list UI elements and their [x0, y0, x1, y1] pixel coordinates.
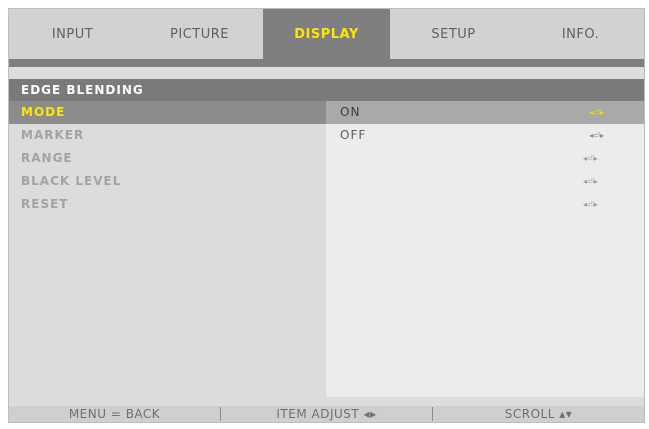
enter-arrows-icon: ◂⏎▸ — [589, 108, 604, 117]
tab-info[interactable]: INFO. — [517, 9, 644, 59]
enter-arrows-icon: ◂⏎▸ — [583, 154, 598, 163]
tab-display[interactable]: DISPLAY — [263, 9, 390, 59]
menu-item-black-level[interactable]: BLACK LEVEL — [9, 170, 326, 193]
section-title: EDGE BLENDING — [9, 79, 644, 101]
footer-back-hint: MENU = BACK — [68, 407, 161, 421]
menu-item-marker[interactable]: MARKER — [9, 124, 326, 147]
option-label: ON — [340, 105, 361, 119]
enter-arrows-icon: ◂⏎▸ — [583, 200, 598, 209]
menu-item-range[interactable]: RANGE — [9, 147, 326, 170]
footer-adjust-hint: ITEM ADJUST ◂▸ — [276, 407, 377, 421]
settings-list: MODE MARKER RANGE BLACK LEVEL RESET — [9, 101, 326, 216]
enter-arrows-icon: ◂⏎▸ — [589, 131, 604, 140]
tab-underline — [9, 59, 644, 67]
menu-item-mode[interactable]: MODE — [9, 101, 326, 124]
option-on[interactable]: ON ◂⏎▸ — [326, 101, 644, 124]
options-panel: ON ◂⏎▸ OFF ◂⏎▸ ◂⏎▸ ◂⏎▸ ◂⏎▸ — [326, 101, 644, 397]
option-label: OFF — [340, 128, 367, 142]
enter-arrows-icon: ◂⏎▸ — [583, 177, 598, 186]
option-off[interactable]: OFF ◂⏎▸ — [326, 124, 644, 147]
tab-setup[interactable]: SETUP — [390, 9, 517, 59]
tab-input[interactable]: INPUT — [9, 9, 136, 59]
menu-tabs: INPUT PICTURE DISPLAY SETUP INFO. — [9, 9, 644, 59]
tab-picture[interactable]: PICTURE — [136, 9, 263, 59]
osd-menu: INPUT PICTURE DISPLAY SETUP INFO. EDGE B… — [8, 8, 645, 423]
footer-scroll-hint: SCROLL ▴▾ — [504, 407, 573, 421]
menu-item-reset[interactable]: RESET — [9, 193, 326, 216]
footer-hints: MENU = BACK ITEM ADJUST ◂▸ SCROLL ▴▾ — [9, 406, 644, 422]
